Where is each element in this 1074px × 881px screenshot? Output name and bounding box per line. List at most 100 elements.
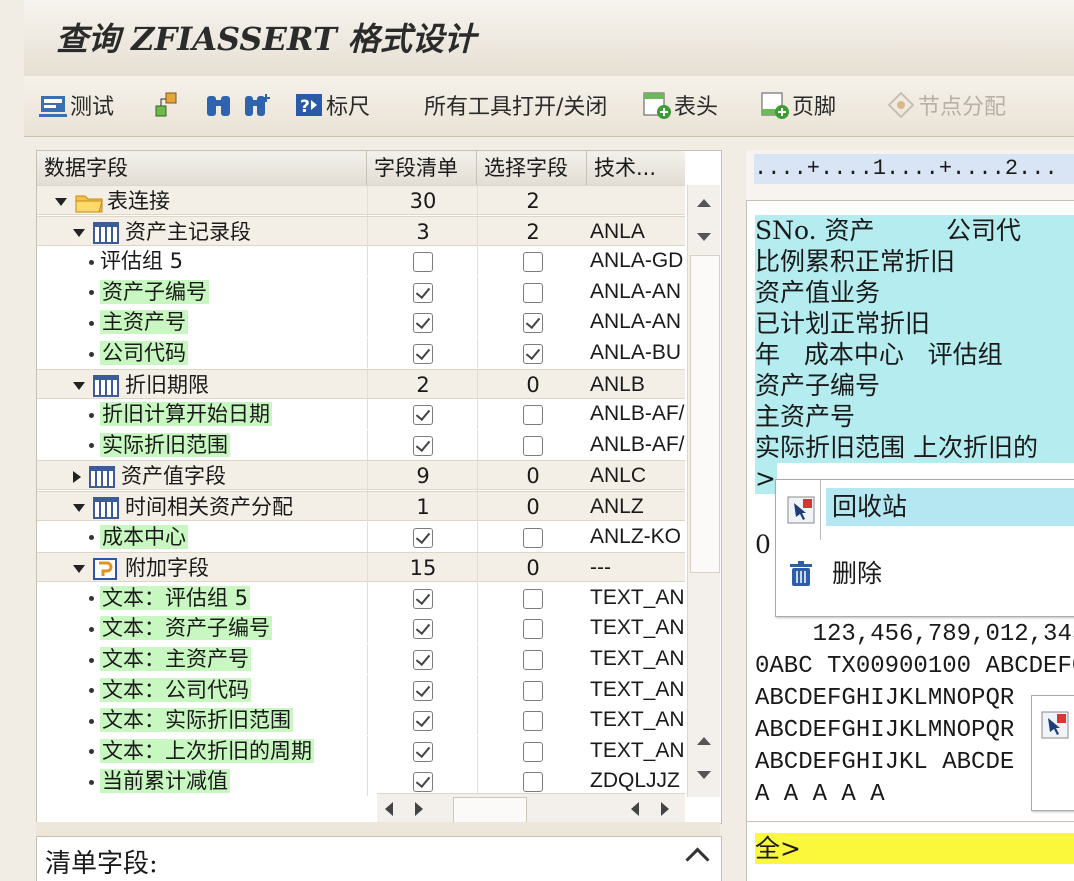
scroll-left-2-icon[interactable] (631, 802, 639, 816)
tree-node-name[interactable]: 实际折旧范围 (37, 430, 419, 460)
tree-node-name[interactable]: 表连接 (37, 186, 385, 216)
expand-down-icon[interactable] (73, 228, 85, 237)
tree-field-row[interactable]: 实际折旧范围 ANLB-AF/ (37, 429, 685, 460)
selection-field-checkbox[interactable] (477, 582, 588, 613)
selection-field-checkbox[interactable] (477, 246, 588, 277)
list-field-checkbox[interactable] (367, 674, 478, 705)
tree-field-row[interactable]: 文本：资产子编号 TEXT_AN (37, 613, 685, 644)
tree-node-name[interactable]: 当前累计减值 (37, 766, 419, 796)
list-field-checkbox[interactable] (367, 735, 478, 766)
selection-field-checkbox[interactable] (477, 644, 588, 674)
preview-abc-3[interactable]: ABCDEFGHIJKLMNOPQR (755, 715, 1035, 746)
tree-node-name[interactable]: 评估组 5 (37, 246, 419, 276)
selection-field-checkbox[interactable] (477, 276, 588, 307)
tree-node-name[interactable]: 文本：主资产号 (37, 644, 419, 674)
expand-right-icon[interactable] (73, 471, 81, 484)
tree-node-name[interactable]: 文本：资产子编号 (37, 613, 419, 643)
column-technical[interactable]: 技术... (587, 151, 685, 185)
tree-node-name[interactable]: 折旧期限 (37, 370, 403, 400)
preview-line-5[interactable]: 年 成本中心 评估组 (755, 339, 1074, 370)
find-next-button[interactable] (242, 88, 274, 122)
tree-node-name[interactable]: 资产主记录段 (37, 217, 403, 247)
selection-field-checkbox[interactable] (477, 674, 588, 705)
footer-button[interactable]: 页脚 (760, 88, 836, 122)
selection-field-checkbox[interactable] (477, 705, 588, 736)
preview-numbers[interactable]: 123,456,789,012,345 (755, 619, 1074, 650)
preview-abc-1[interactable]: 0ABC TX00900100 ABCDEFG (755, 651, 1074, 682)
recycle-bin-2-icon[interactable] (1040, 710, 1070, 740)
tree-node-row[interactable]: 资产值字段 9 0 ANLC (37, 460, 685, 492)
list-field-checkbox[interactable] (367, 338, 478, 368)
preview-a-line[interactable]: A A A A A (755, 779, 1035, 810)
selection-field-checkbox[interactable] (477, 307, 588, 338)
tree-node-name[interactable]: 资产值字段 (37, 461, 403, 491)
list-field-checkbox[interactable] (367, 521, 478, 552)
selection-field-checkbox[interactable] (477, 399, 588, 430)
list-field-checkbox[interactable] (367, 644, 478, 674)
panel-splitter[interactable] (36, 822, 720, 836)
tree-node-name[interactable]: 文本：评估组 5 (37, 583, 419, 613)
tree-node-name[interactable]: 折旧计算开始日期 (37, 399, 419, 429)
tree-field-row[interactable]: 折旧计算开始日期 ANLB-AF/ (37, 399, 685, 430)
expand-down-icon[interactable] (73, 565, 85, 574)
list-field-checkbox[interactable] (367, 766, 478, 797)
scroll-thumb[interactable] (690, 255, 720, 573)
tree-node-name[interactable]: 主资产号 (37, 307, 419, 337)
expand-down-icon[interactable] (73, 381, 85, 390)
tree-field-row[interactable]: 成本中心 ANLZ-KO (37, 521, 685, 552)
preview-abc-4[interactable]: ABCDEFGHIJKL ABCDE (755, 747, 1035, 778)
preview-canvas[interactable]: SNo. 资产 公司代 比例累积正常折旧 资产值业务 已计划正常折旧 年 成本中… (746, 200, 1074, 881)
collapse-up-icon[interactable] (685, 847, 710, 872)
tree-node-name[interactable]: 附加字段 (37, 553, 403, 583)
list-field-checkbox[interactable] (367, 613, 478, 644)
tree-field-row[interactable]: 文本：评估组 5 TEXT_AN (37, 582, 685, 613)
tree-node-name[interactable]: 文本：上次折旧的周期 (37, 736, 419, 766)
tree-node-row[interactable]: 时间相关资产分配 1 0 ANLZ (37, 491, 685, 522)
preview-line-1[interactable]: SNo. 资产 公司代 (755, 215, 1074, 246)
tree-field-row[interactable]: 评估组 5 ANLA-GD (37, 246, 685, 277)
scroll-up-icon[interactable] (697, 199, 711, 207)
tree-field-row[interactable]: 文本：实际折旧范围 TEXT_AN (37, 705, 685, 736)
tree-field-row[interactable]: 公司代码 ANLA-BU (37, 338, 685, 368)
scroll-down-bottom-icon[interactable] (697, 771, 711, 779)
preview-marker[interactable]: > (755, 463, 777, 494)
selection-field-checkbox[interactable] (477, 429, 588, 460)
tree-node-name[interactable]: 成本中心 (37, 522, 419, 552)
tree-field-row[interactable]: 资产子编号 ANLA-AN (37, 276, 685, 307)
tree-node-row[interactable]: 表连接 30 2 (37, 185, 685, 216)
list-field-checkbox[interactable] (367, 429, 478, 460)
tree-field-row[interactable]: 文本：公司代码 TEXT_AN (37, 674, 685, 705)
toggle-all-tools-button[interactable]: 所有工具打开/关闭 (424, 88, 607, 122)
preview-line-7[interactable]: 主资产号 (755, 401, 1074, 432)
tree-field-row[interactable]: 当前累计减值 ZDQLJJZ (37, 766, 685, 797)
scroll-left-icon[interactable] (385, 802, 393, 816)
list-field-checkbox[interactable] (367, 705, 478, 736)
list-field-checkbox[interactable] (367, 276, 478, 307)
tree-field-row[interactable]: 文本：主资产号 TEXT_AN (37, 644, 685, 674)
scroll-down-icon[interactable] (697, 233, 711, 241)
selection-field-checkbox[interactable] (477, 521, 588, 552)
scroll-up-bottom-icon[interactable] (697, 737, 711, 745)
column-data-field[interactable]: 数据字段 (37, 151, 367, 185)
find-button[interactable] (204, 88, 236, 122)
list-field-checkbox[interactable] (367, 399, 478, 430)
tree-node-row[interactable]: 折旧期限 2 0 ANLB (37, 368, 685, 400)
preview-line-8[interactable]: 实际折旧范围 上次折旧的 (755, 432, 1074, 463)
test-button[interactable]: 测试 (38, 88, 114, 122)
selection-field-checkbox[interactable] (477, 338, 588, 368)
ruler-button[interactable]: ? 标尺 (294, 88, 370, 122)
expand-down-icon[interactable] (73, 504, 85, 512)
delete-item[interactable]: 删除 (776, 552, 1074, 596)
tree-node-name[interactable]: 文本：公司代码 (37, 675, 419, 705)
column-list-fields[interactable]: 字段清单 (367, 151, 477, 185)
preview-line-4[interactable]: 已计划正常折旧 (755, 308, 1074, 339)
scroll-right-icon[interactable] (415, 802, 423, 816)
tree-node-row[interactable]: 附加字段 15 0 --- (37, 552, 685, 584)
scroll-right-2-icon[interactable] (661, 802, 669, 816)
preview-line-6[interactable]: 资产子编号 (755, 370, 1074, 401)
tree-node-name[interactable]: 文本：实际折旧范围 (37, 705, 419, 735)
preview-abc-2[interactable]: ABCDEFGHIJKLMNOPQR (755, 683, 1035, 714)
tree-field-row[interactable]: 主资产号 ANLA-AN (37, 307, 685, 338)
selection-field-checkbox[interactable] (477, 613, 588, 644)
preview-zero[interactable]: 0 (755, 529, 777, 560)
